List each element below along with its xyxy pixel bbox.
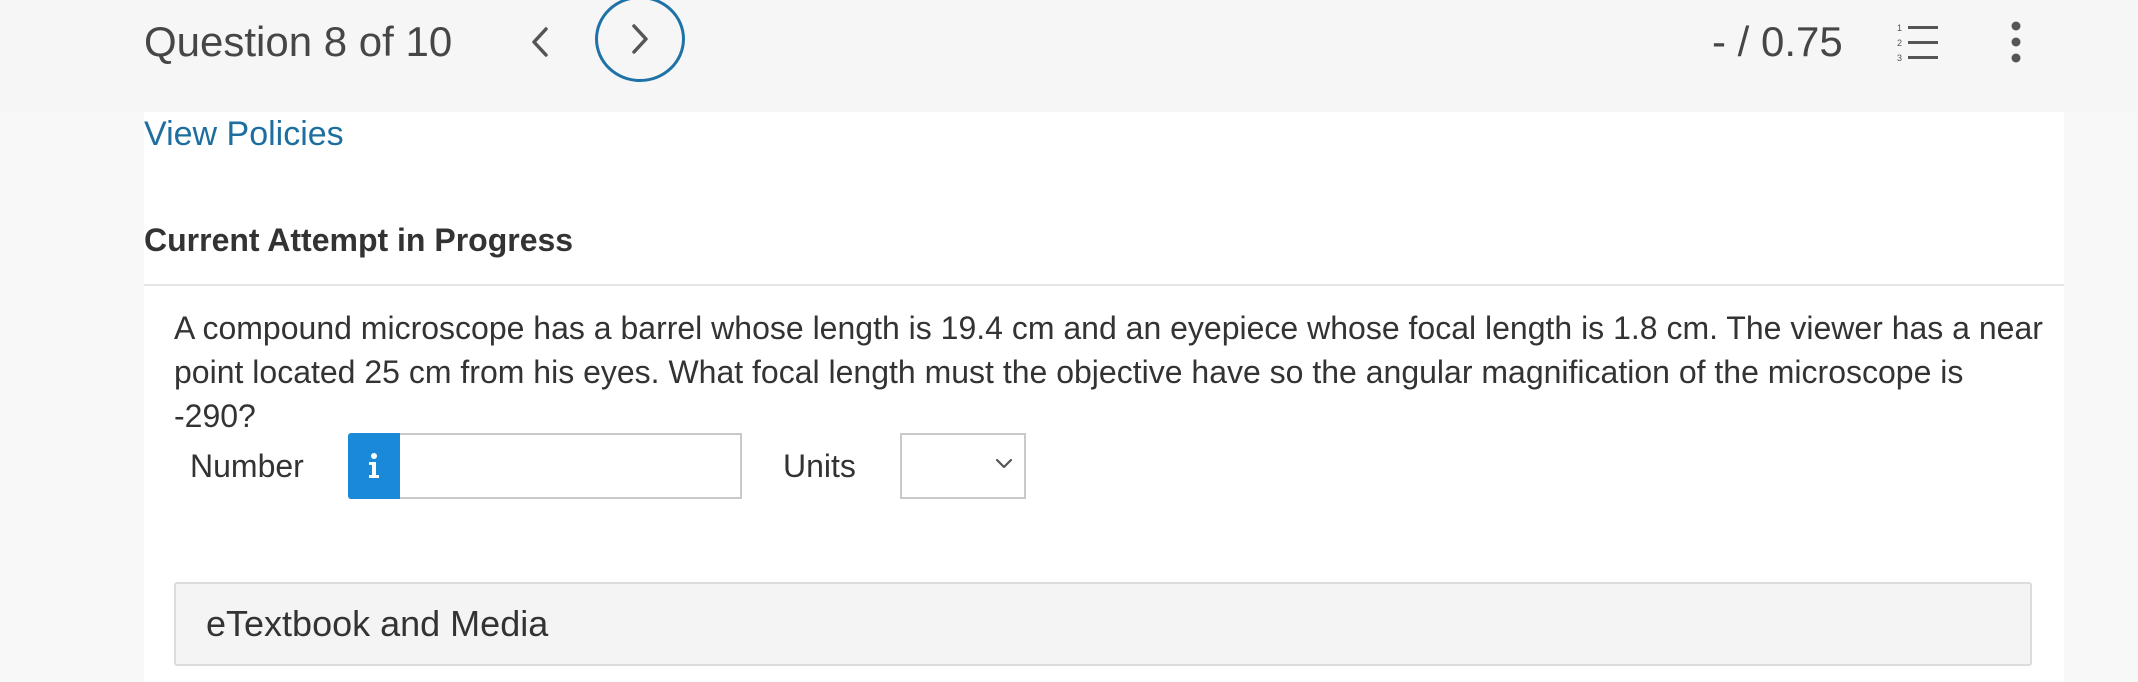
units-label: Units — [783, 448, 856, 484]
question-content: View Policies Current Attempt in Progres… — [144, 112, 2064, 682]
number-input[interactable] — [400, 433, 742, 499]
more-options-button[interactable] — [2002, 18, 2030, 66]
question-score: - / 0.75 — [1712, 18, 1843, 65]
info-icon — [369, 453, 379, 478]
info-button[interactable] — [348, 433, 400, 499]
question-header: Question 8 of 10 - / 0.75 1 2 3 — [0, 0, 2138, 112]
view-policies-link[interactable]: View Policies — [144, 112, 344, 156]
chevron-right-icon — [632, 24, 648, 54]
previous-question-button[interactable] — [520, 12, 560, 72]
question-counter: Question 8 of 10 — [144, 18, 453, 65]
etextbook-media-label: eTextbook and Media — [206, 603, 549, 644]
question-text: A compound microscope has a barrel whose… — [174, 310, 2043, 434]
etextbook-media-panel[interactable]: eTextbook and Media — [174, 582, 2032, 666]
number-label: Number — [190, 448, 304, 484]
chevron-left-icon — [532, 27, 548, 57]
attempt-heading: Current Attempt in Progress — [144, 222, 574, 258]
chevron-down-icon — [995, 458, 1013, 469]
numbered-list-icon: 1 2 3 — [1897, 23, 1938, 63]
divider — [144, 284, 2064, 286]
svg-text:2: 2 — [1897, 38, 1902, 48]
next-question-button[interactable] — [595, 0, 685, 82]
units-select[interactable] — [900, 433, 1026, 499]
svg-text:1: 1 — [1897, 23, 1902, 33]
svg-text:3: 3 — [1897, 53, 1902, 63]
more-vertical-icon — [2011, 21, 2021, 63]
question-list-button[interactable]: 1 2 3 — [1896, 20, 1940, 64]
